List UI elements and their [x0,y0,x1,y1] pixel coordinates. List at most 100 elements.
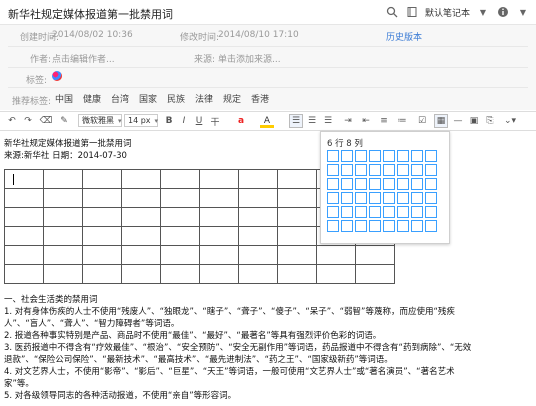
attachment-icon[interactable]: ⎘ [484,114,496,128]
grid-cell[interactable] [341,192,353,204]
table-cell[interactable] [316,264,356,284]
grid-cell[interactable] [411,164,423,176]
table-cell[interactable] [4,245,44,265]
table-cell[interactable] [121,188,161,208]
table-cell[interactable] [355,245,395,265]
grid-cell[interactable] [327,178,339,190]
table-cell[interactable] [43,245,83,265]
grid-cell[interactable] [369,178,381,190]
table-cell[interactable] [316,245,356,265]
table-cell[interactable] [199,188,239,208]
table-cell[interactable] [277,188,317,208]
clear-format-icon[interactable]: ⌫ [40,114,53,128]
recommended-tag[interactable]: 台湾 [108,94,132,106]
font-size-select[interactable]: 14 px ▾ [124,114,158,127]
table-cell[interactable] [121,264,161,284]
ordered-list-icon[interactable]: ≡ [378,114,390,128]
table-cell[interactable] [238,264,278,284]
notebook-selector[interactable]: 默认笔记本 [425,6,470,19]
grid-cell[interactable] [369,206,381,218]
grid-cell[interactable] [383,206,395,218]
grid-cell[interactable] [383,150,395,162]
table-cell[interactable] [43,207,83,227]
grid-cell[interactable] [397,178,409,190]
recommended-tag[interactable]: 香港 [248,94,272,106]
table-cell[interactable] [277,245,317,265]
table-cell[interactable] [121,226,161,246]
grid-cell[interactable] [383,164,395,176]
grid-cell[interactable] [327,206,339,218]
grid-cell[interactable] [383,192,395,204]
table-cell[interactable] [121,245,161,265]
table-cell[interactable] [160,245,200,265]
table-cell[interactable] [238,207,278,227]
table-cell[interactable] [199,264,239,284]
table-cell[interactable] [160,264,200,284]
strikethrough-button[interactable]: 干 [210,114,220,128]
grid-cell[interactable] [397,150,409,162]
grid-cell[interactable] [355,220,367,232]
align-center-icon[interactable]: ☰ [306,114,318,128]
source-field[interactable]: 单击添加来源... [218,52,281,65]
table-icon[interactable]: ▦ [434,114,448,128]
table-cell[interactable] [43,264,83,284]
redo-icon[interactable]: ↷ [22,114,34,128]
history-link[interactable]: 历史版本 [386,30,422,43]
table-cell[interactable] [4,188,44,208]
table-cell[interactable] [277,226,317,246]
grid-cell[interactable] [411,206,423,218]
table-cell[interactable] [199,207,239,227]
grid-cell[interactable] [383,220,395,232]
recommended-tag[interactable]: 健康 [80,94,104,106]
table-cell[interactable] [82,245,122,265]
image-icon[interactable]: ▣ [468,114,480,128]
highlight-button[interactable]: A [260,114,274,128]
align-left-icon[interactable]: ☰ [289,114,303,128]
grid-cell[interactable] [341,206,353,218]
table-cell[interactable] [160,226,200,246]
table-cell[interactable] [355,264,395,284]
table-cell[interactable] [82,226,122,246]
table-cell[interactable] [121,207,161,227]
format-painter-icon[interactable]: ✎ [58,114,70,128]
recommended-tag[interactable]: 中国 [52,94,76,106]
table-cell[interactable] [4,264,44,284]
table-cell[interactable] [238,226,278,246]
table-cell[interactable] [4,226,44,246]
table-cell[interactable] [199,226,239,246]
editor-content[interactable]: 新华社规定媒体报道第一批禁用词 来源:新华社 日期：2014-07-30 一、社… [0,131,536,406]
recommended-tag[interactable]: 民族 [164,94,188,106]
grid-cell[interactable] [355,164,367,176]
table-cell[interactable] [277,207,317,227]
grid-cell[interactable] [425,220,437,232]
grid-cell[interactable] [341,178,353,190]
grid-cell[interactable] [411,220,423,232]
search-icon[interactable] [385,5,399,19]
grid-cell[interactable] [397,220,409,232]
font-color-button[interactable]: a [234,114,248,128]
chevron-down-icon[interactable]: ▼ [476,5,490,19]
table-cell[interactable] [160,188,200,208]
table-cell[interactable] [238,169,278,189]
table-size-picker[interactable]: 6 行 8 列 [320,131,450,244]
table-cell[interactable] [160,169,200,189]
grid-cell[interactable] [369,164,381,176]
underline-button[interactable]: U [194,114,204,128]
grid-cell[interactable] [425,206,437,218]
table-cell[interactable] [160,207,200,227]
recommended-tag[interactable]: 规定 [220,94,244,106]
grid-cell[interactable] [425,192,437,204]
table-cell[interactable] [277,264,317,284]
italic-button[interactable]: I [179,114,189,128]
table-cell[interactable] [43,226,83,246]
grid-cell[interactable] [397,206,409,218]
grid-cell[interactable] [341,220,353,232]
outdent-icon[interactable]: ⇤ [360,114,372,128]
table-cell[interactable] [82,188,122,208]
grid-cell[interactable] [355,150,367,162]
table-cell[interactable] [199,245,239,265]
table-cell[interactable] [4,169,44,189]
grid-cell[interactable] [383,178,395,190]
grid-cell[interactable] [369,220,381,232]
table-cell[interactable] [43,169,83,189]
